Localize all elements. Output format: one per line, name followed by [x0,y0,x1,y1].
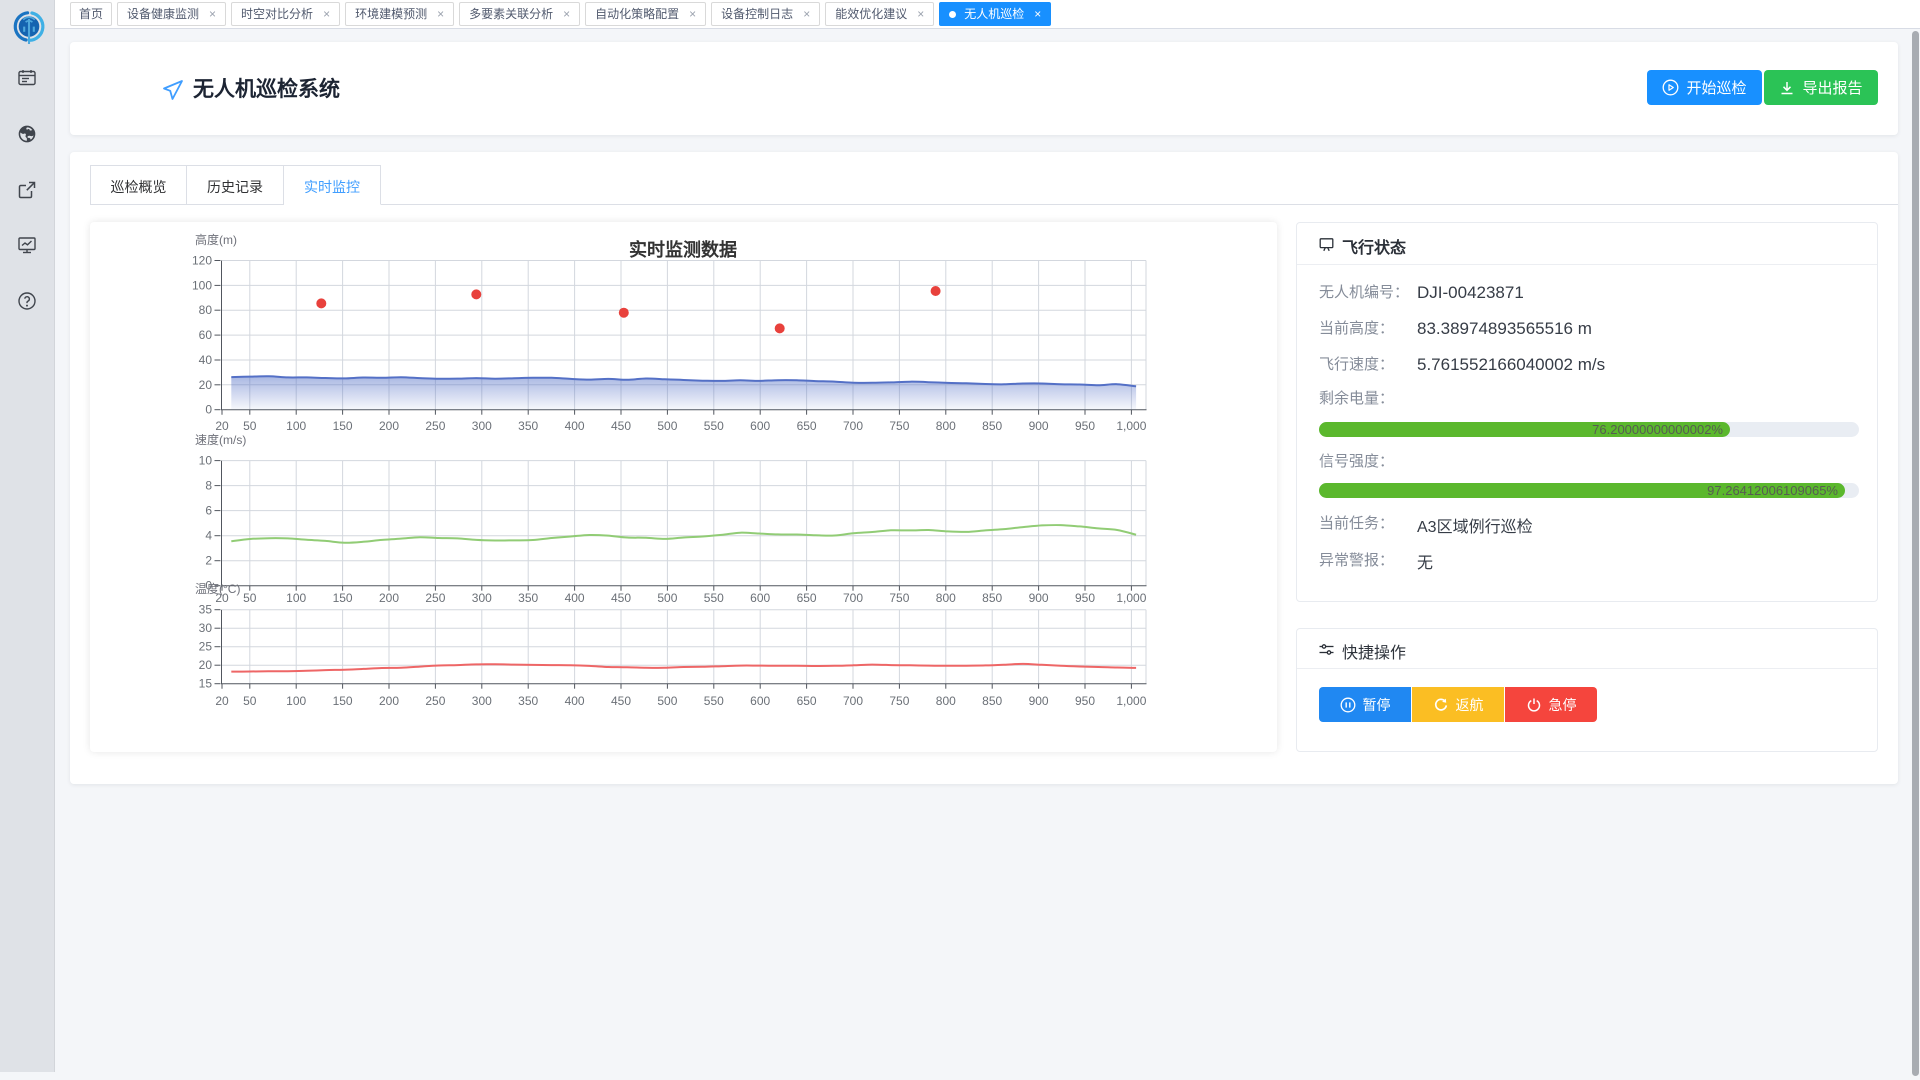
svg-text:10: 10 [199,454,213,468]
svg-text:30: 30 [199,621,213,635]
svg-text:950: 950 [1075,694,1095,708]
svg-text:1,000: 1,000 [1116,694,1146,708]
svg-text:6: 6 [205,504,212,518]
svg-text:100: 100 [286,591,306,605]
svg-text:20: 20 [215,694,229,708]
svg-text:950: 950 [1075,591,1095,605]
svg-text:550: 550 [704,419,724,433]
svg-text:650: 650 [797,591,817,605]
svg-text:120: 120 [192,254,212,268]
svg-text:20: 20 [199,658,213,672]
svg-text:900: 900 [1029,419,1049,433]
svg-text:50: 50 [243,694,257,708]
svg-text:35: 35 [199,603,213,617]
svg-text:1,000: 1,000 [1116,591,1146,605]
svg-text:150: 150 [333,591,353,605]
svg-text:温度(°C): 温度(°C) [195,581,240,596]
svg-text:850: 850 [982,591,1002,605]
svg-text:800: 800 [936,591,956,605]
svg-text:150: 150 [333,419,353,433]
svg-text:1,000: 1,000 [1116,419,1146,433]
svg-text:550: 550 [704,591,724,605]
svg-text:650: 650 [797,694,817,708]
svg-text:高度(m): 高度(m) [195,232,237,247]
svg-text:900: 900 [1029,694,1049,708]
svg-text:250: 250 [425,694,445,708]
svg-text:350: 350 [518,591,538,605]
svg-text:700: 700 [843,419,863,433]
svg-text:40: 40 [199,353,213,367]
svg-text:500: 500 [657,591,677,605]
svg-text:750: 750 [889,419,909,433]
svg-text:300: 300 [472,419,492,433]
svg-text:200: 200 [379,419,399,433]
svg-text:4: 4 [205,529,212,543]
svg-text:60: 60 [199,328,213,342]
svg-text:400: 400 [565,694,585,708]
svg-text:20: 20 [215,419,229,433]
svg-text:750: 750 [889,591,909,605]
svg-text:100: 100 [286,694,306,708]
svg-text:800: 800 [936,419,956,433]
svg-text:850: 850 [982,694,1002,708]
svg-text:0: 0 [205,403,212,417]
svg-text:500: 500 [657,694,677,708]
svg-text:700: 700 [843,591,863,605]
svg-text:400: 400 [565,419,585,433]
svg-text:650: 650 [797,419,817,433]
svg-text:300: 300 [472,591,492,605]
svg-text:300: 300 [472,694,492,708]
svg-text:50: 50 [243,419,257,433]
svg-text:150: 150 [333,694,353,708]
svg-text:250: 250 [425,591,445,605]
svg-text:600: 600 [750,694,770,708]
svg-text:100: 100 [286,419,306,433]
svg-text:15: 15 [199,677,213,691]
svg-text:350: 350 [518,694,538,708]
svg-text:450: 450 [611,591,631,605]
svg-text:速度(m/s): 速度(m/s) [195,432,246,447]
svg-text:550: 550 [704,694,724,708]
svg-text:800: 800 [936,694,956,708]
svg-text:600: 600 [750,419,770,433]
svg-text:实时监测数据: 实时监测数据 [629,239,737,260]
svg-text:25: 25 [199,640,213,654]
svg-text:700: 700 [843,694,863,708]
svg-text:350: 350 [518,419,538,433]
svg-text:80: 80 [199,303,213,317]
svg-text:500: 500 [657,419,677,433]
svg-text:450: 450 [611,694,631,708]
svg-text:600: 600 [750,591,770,605]
svg-text:100: 100 [192,278,212,292]
svg-text:2: 2 [205,554,212,568]
svg-text:850: 850 [982,419,1002,433]
svg-text:400: 400 [565,591,585,605]
svg-text:450: 450 [611,419,631,433]
svg-text:900: 900 [1029,591,1049,605]
svg-text:200: 200 [379,591,399,605]
svg-text:8: 8 [205,479,212,493]
svg-text:20: 20 [199,378,213,392]
svg-text:200: 200 [379,694,399,708]
svg-text:250: 250 [425,419,445,433]
svg-text:950: 950 [1075,419,1095,433]
svg-text:750: 750 [889,694,909,708]
svg-text:50: 50 [243,591,257,605]
